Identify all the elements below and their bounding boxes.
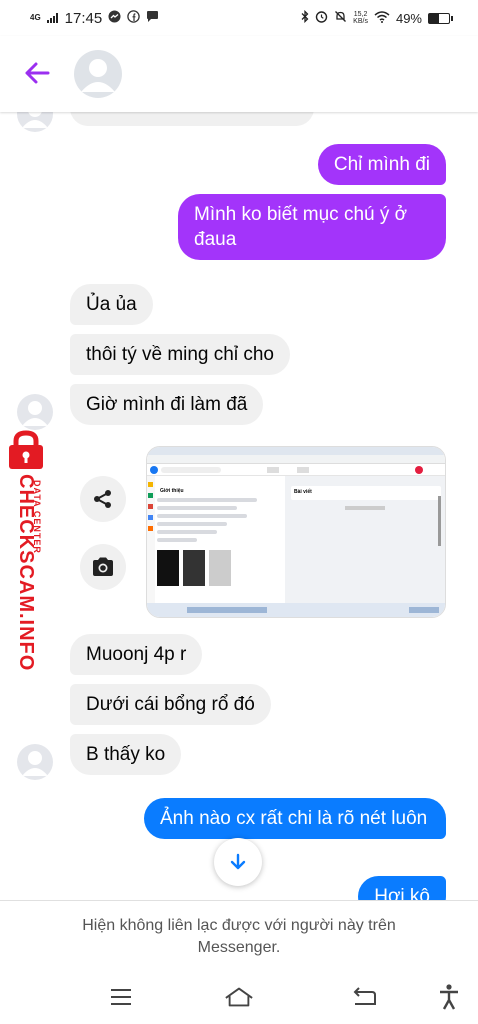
accessibility-icon [440, 984, 458, 1010]
unavailable-notice: Hiện không liên lạc được với người này t… [0, 900, 478, 972]
camera-icon [93, 557, 113, 576]
message-incoming[interactable]: Muoonj 4p r [70, 634, 203, 675]
chat-bubble-icon [146, 10, 159, 26]
system-navbar [0, 972, 478, 1024]
alarm-icon [315, 10, 328, 26]
back-nav-button[interactable] [350, 984, 380, 1010]
back-icon [353, 987, 376, 1005]
message-incoming[interactable]: Ủa ủa [70, 284, 153, 325]
clock-time: 17:45 [64, 9, 103, 27]
thumb-taskbar [147, 603, 445, 617]
menu-button[interactable] [106, 984, 136, 1010]
battery-icon [428, 12, 453, 24]
messenger-icon [108, 10, 121, 26]
thumb-browser-tabs [147, 447, 445, 455]
scroll-to-bottom-button[interactable] [214, 838, 262, 886]
message-list[interactable]: Chỉ mình đi Mình ko biết mục chú ý ở đau… [0, 112, 478, 902]
message-partial-incoming [70, 112, 314, 126]
home-button[interactable] [224, 984, 254, 1010]
accessibility-button[interactable] [434, 984, 464, 1010]
camera-button[interactable] [80, 544, 126, 590]
message-outgoing[interactable]: Mình ko biết mục chú ý ở đaua [178, 194, 446, 260]
share-icon [94, 490, 111, 508]
home-icon [225, 987, 253, 1007]
status-bar: 4G 17:45 15,2 KB/s 49% [0, 0, 478, 36]
wifi-icon [374, 10, 390, 26]
sender-avatar [17, 394, 53, 430]
mute-icon [334, 10, 347, 26]
message-outgoing[interactable]: Chỉ mình đi [317, 144, 446, 185]
default-user-icon [81, 59, 115, 92]
back-button[interactable] [22, 58, 52, 88]
menu-icon [111, 989, 131, 1005]
arrow-left-icon [25, 62, 50, 84]
network-speed: 15,2 KB/s [353, 11, 368, 25]
bluetooth-icon [301, 9, 309, 26]
share-button[interactable] [80, 476, 126, 522]
contact-avatar[interactable] [74, 50, 122, 98]
sender-avatar [17, 112, 53, 132]
watermark: CHECKSCAM.INFO DATA CENTER [0, 428, 60, 671]
lock-icon [9, 430, 43, 469]
speed-value: 15,2 [353, 11, 368, 18]
message-incoming[interactable]: thôi tý về ming chỉ cho [70, 334, 290, 375]
network-indicator: 4G [30, 13, 41, 22]
conversation-header [0, 36, 478, 112]
thumb-page-body: Giới thiệu Bài viết [147, 476, 445, 603]
message-incoming[interactable]: Dưới cái bổng rổ đó [70, 684, 271, 725]
notice-text: Hiện không liên lạc được với người này t… [82, 917, 396, 956]
message-outgoing[interactable]: Ảnh nào cx rất chi là rõ nét luôn [144, 798, 446, 839]
facebook-icon [127, 10, 140, 26]
arrow-down-icon [230, 853, 246, 870]
image-attachment[interactable]: Giới thiệu Bài viết [146, 446, 446, 618]
message-incoming[interactable]: Giờ mình đi làm đã [70, 384, 264, 425]
sender-avatar [17, 744, 53, 780]
thumb-facebook-bar [147, 464, 445, 476]
thumb-posts-title: Bài viết [294, 489, 312, 495]
message-outgoing[interactable]: Hơi kô [358, 876, 446, 902]
thumb-intro-title: Giới thiệu [160, 488, 184, 494]
message-incoming[interactable]: B thấy ko [70, 734, 182, 775]
speed-unit: KB/s [353, 18, 368, 25]
thumb-address-bar [147, 455, 445, 464]
battery-percent: 49% [395, 10, 422, 26]
signal-icon [46, 10, 59, 26]
watermark-subtext: DATA CENTER [32, 480, 42, 554]
